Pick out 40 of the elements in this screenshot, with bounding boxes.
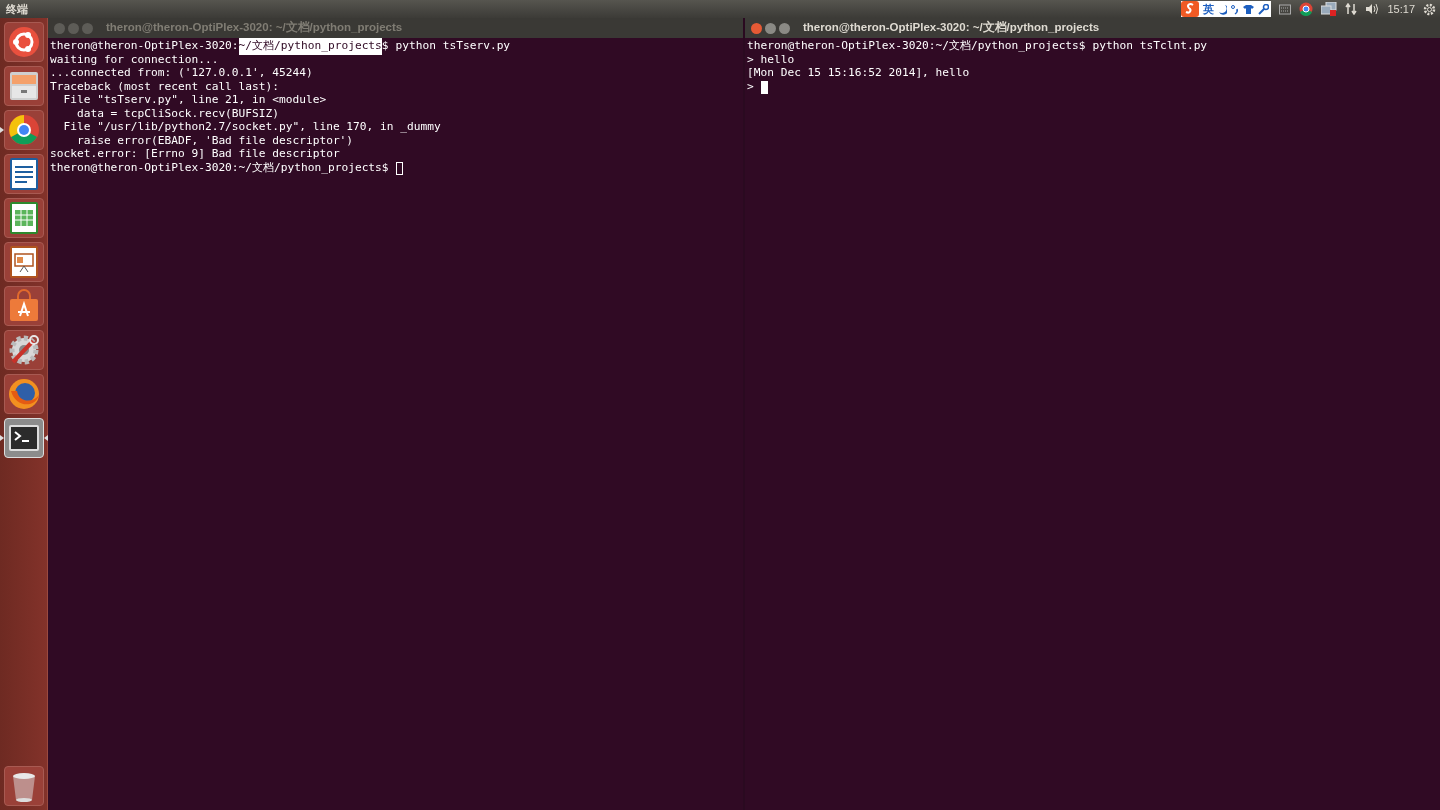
command-text: python tsTclnt.py [1092,38,1208,55]
volume-icon[interactable] [1365,3,1380,15]
power-gear-icon[interactable] [1423,2,1436,16]
input-mode-label[interactable]: 英 [1203,0,1215,18]
app-title: 终端 [6,1,28,17]
punctuation-icon[interactable] [1231,3,1240,15]
launcher-item[interactable] [3,22,44,62]
prompt-path: ~/文档/python_projects [238,38,382,56]
launcher-item[interactable] [3,110,44,150]
launcher-item[interactable] [3,766,44,806]
browser-icon[interactable] [1299,2,1314,16]
browser-icon [6,113,41,147]
transfer-arrows-icon[interactable] [1345,3,1358,15]
maximize-button[interactable] [779,22,790,34]
close-button[interactable] [751,22,762,34]
prompt-symbol: $ [381,159,389,176]
command-text: python tsTserv.py [395,38,511,55]
launcher-item[interactable] [3,330,44,370]
keyboard-icon[interactable] [1279,3,1292,15]
launcher-item[interactable] [3,198,44,238]
shirt-icon[interactable] [1243,3,1255,15]
output-line: socket.error: [Errno 9] Bad file descriptor [50,146,340,162]
prompt-symbol: $ [1078,38,1086,55]
prompt-host: theron@theron-OptiPlex-3020: [50,159,239,176]
ubuntu-logo-icon [6,25,41,59]
prompt-path: ~/文档/python_projects [238,159,382,176]
launcher-item[interactable] [3,286,44,326]
wrench-icon[interactable] [1258,3,1270,15]
network-disconnected-icon[interactable] [1321,2,1338,16]
launcher-item[interactable] [3,154,44,194]
window-title: theron@theron-OptiPlex-3020: ~/文档/python_projects [106,20,403,36]
prompt-path: ~/文档/python_projects [935,38,1079,55]
moon-icon[interactable] [1218,3,1228,15]
window-title: theron@theron-OptiPlex-3020: ~/文档/python_projects [803,20,1100,36]
launcher-item[interactable] [3,66,44,106]
fox-globe-icon [6,377,41,411]
minimize-button[interactable] [765,22,776,34]
prompt-symbol: $ [381,38,389,55]
clock[interactable]: 15:17 [1387,0,1415,18]
launcher-item[interactable] [3,242,44,282]
